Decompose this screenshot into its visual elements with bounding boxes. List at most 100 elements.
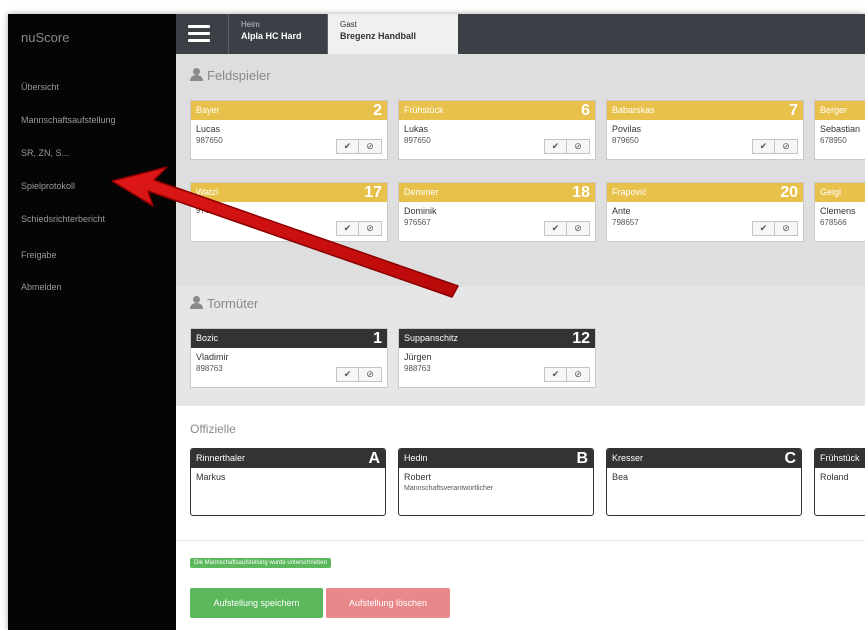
field-players-heading: Feldspieler <box>190 68 271 83</box>
cancel-icon[interactable]: ⊘ <box>567 221 590 236</box>
official-card-header: Hedin B <box>399 449 593 468</box>
tab-home-name: Alpla HC Hard <box>241 31 302 41</box>
person-icon <box>190 296 203 309</box>
player-last-name: Geigl <box>820 187 842 197</box>
goalkeeper-first-name: Vladimir <box>196 352 229 362</box>
player-card-header: Frapović 20 <box>607 183 803 202</box>
nav-item-team-lineup[interactable]: Mannschaftsaufstellung <box>21 115 116 125</box>
tab-guest-name: Bregenz Handball <box>340 31 417 41</box>
goalkeeper-card-body: Vladimir 898763 ✔ ⊘ <box>191 348 387 387</box>
confirm-icon[interactable]: ✔ <box>336 221 359 236</box>
player-card-body: Clemens 678566 <box>815 202 865 241</box>
official-card-body: Bea <box>607 468 801 515</box>
goalkeeper-actions: ✔ ⊘ <box>336 367 382 382</box>
player-actions: ✔ ⊘ <box>752 221 798 236</box>
tab-home-team[interactable]: Heim Alpla HC Hard <box>228 14 328 54</box>
official-card-header: Rinnerthaler A <box>191 449 385 468</box>
goalkeeper-card-header: Bozic 1 <box>191 329 387 348</box>
player-card-header: Geigl <box>815 183 865 202</box>
top-bar: Heim Alpla HC Hard Gast Bregenz Handball <box>176 14 865 54</box>
player-last-name: Bayer <box>196 105 220 115</box>
player-first-name: Lucas <box>196 124 221 134</box>
official-letter: A <box>368 450 380 467</box>
main-content: Heim Alpla HC Hard Gast Bregenz Handball… <box>176 14 865 630</box>
cancel-icon[interactable]: ⊘ <box>775 139 798 154</box>
player-card-body: Sebastian 678950 <box>815 120 865 159</box>
goalkeepers-heading: Tormüter <box>190 296 258 311</box>
player-card: Watzl 17 976658 ✔ ⊘ <box>190 182 388 242</box>
cancel-icon[interactable]: ⊘ <box>359 367 382 382</box>
official-last-name: Hedin <box>404 453 428 463</box>
official-last-name: Frühstück <box>820 453 860 463</box>
player-card-body: Povilas 879650 ✔ ⊘ <box>607 120 803 159</box>
confirm-icon[interactable]: ✔ <box>544 367 567 382</box>
goalkeeper-card: Suppanschitz 12 Jürgen 988763 ✔ ⊘ <box>398 328 596 388</box>
player-card-body: Ante 798657 ✔ ⊘ <box>607 202 803 241</box>
player-card-header: Demmer 18 <box>399 183 595 202</box>
player-card-header: Frühstück 6 <box>399 101 595 120</box>
player-number: 6 <box>581 102 590 119</box>
confirm-icon[interactable]: ✔ <box>544 221 567 236</box>
player-card: Geigl Clemens 678566 <box>814 182 865 242</box>
field-players-section: Feldspieler Bayer 2 Lucas 987650 ✔ ⊘ Frühst… <box>176 54 865 286</box>
official-role: Mannschaftsverantwortlicher <box>404 485 494 492</box>
player-first-name: Povilas <box>612 124 642 134</box>
official-card: Rinnerthaler A Markus <box>190 448 386 516</box>
cancel-icon[interactable]: ⊘ <box>359 221 382 236</box>
player-card: Berger Sebastian 678950 <box>814 100 865 160</box>
hamburger-menu-icon[interactable] <box>188 25 210 42</box>
goalkeeper-last-name: Suppanschitz <box>404 333 459 343</box>
cancel-icon[interactable]: ⊘ <box>775 221 798 236</box>
official-first-name: Bea <box>612 472 629 482</box>
player-first-name: Sebastian <box>820 124 861 134</box>
cancel-icon[interactable]: ⊘ <box>567 139 590 154</box>
app-window: nuScore Übersicht Mannschaftsaufstellung… <box>8 14 865 630</box>
confirm-icon[interactable]: ✔ <box>544 139 567 154</box>
goalkeeper-last-name: Bozic <box>196 333 219 343</box>
player-card-header: Bayer 2 <box>191 101 387 120</box>
person-icon <box>190 68 203 81</box>
goalkeepers-section: Tormüter Bozic 1 Vladimir 898763 ✔ ⊘ Suppan… <box>176 286 865 406</box>
official-letter: C <box>784 450 796 467</box>
nav-item-referees[interactable]: SR, ZN, S... <box>21 148 69 158</box>
player-id: 976658 <box>196 206 223 215</box>
player-number: 20 <box>780 184 798 201</box>
nav-item-release[interactable]: Freigabe <box>21 250 57 260</box>
player-card: Demmer 18 Dominik 976567 ✔ ⊘ <box>398 182 596 242</box>
official-last-name: Kresser <box>612 453 644 463</box>
player-actions: ✔ ⊘ <box>544 221 590 236</box>
cancel-icon[interactable]: ⊘ <box>567 367 590 382</box>
player-card-header: Watzl 17 <box>191 183 387 202</box>
player-first-name: Clemens <box>820 206 856 216</box>
player-actions: ✔ ⊘ <box>336 139 382 154</box>
player-card: Babarskas 7 Povilas 879650 ✔ ⊘ <box>606 100 804 160</box>
delete-lineup-button[interactable]: Aufstellung löschen <box>326 588 450 618</box>
nav-item-referee-report[interactable]: Schiedsrichterbericht <box>21 214 105 224</box>
player-first-name: Ante <box>612 206 631 216</box>
nav-item-overview[interactable]: Übersicht <box>21 82 59 92</box>
player-last-name: Frühstück <box>404 105 444 115</box>
confirm-icon[interactable]: ✔ <box>336 139 359 154</box>
nav-item-logout[interactable]: Abmelden <box>21 282 62 292</box>
nav-item-match-report[interactable]: Spielprotokoll <box>21 181 75 191</box>
player-card-body: 976658 ✔ ⊘ <box>191 202 387 241</box>
goalkeepers-title: Tormüter <box>207 296 259 311</box>
cancel-icon[interactable]: ⊘ <box>359 139 382 154</box>
confirm-icon[interactable]: ✔ <box>752 221 775 236</box>
player-card-header: Berger <box>815 101 865 120</box>
official-last-name: Rinnerthaler <box>196 453 246 463</box>
app-title: nuScore <box>21 30 70 45</box>
sidebar: nuScore Übersicht Mannschaftsaufstellung… <box>8 14 176 630</box>
official-card-body: Robert Mannschaftsverantwortlicher <box>399 468 593 515</box>
tab-guest-team[interactable]: Gast Bregenz Handball <box>328 14 458 54</box>
tab-guest-label: Gast <box>340 20 357 29</box>
official-letter: B <box>576 450 588 467</box>
official-card-header: Frühstück <box>815 449 865 468</box>
confirm-icon[interactable]: ✔ <box>336 367 359 382</box>
goalkeeper-actions: ✔ ⊘ <box>544 367 590 382</box>
save-lineup-button[interactable]: Aufstellung speichern <box>190 588 323 618</box>
player-last-name: Demmer <box>404 187 439 197</box>
player-first-name: Lukas <box>404 124 429 134</box>
player-last-name: Babarskas <box>612 105 655 115</box>
confirm-icon[interactable]: ✔ <box>752 139 775 154</box>
